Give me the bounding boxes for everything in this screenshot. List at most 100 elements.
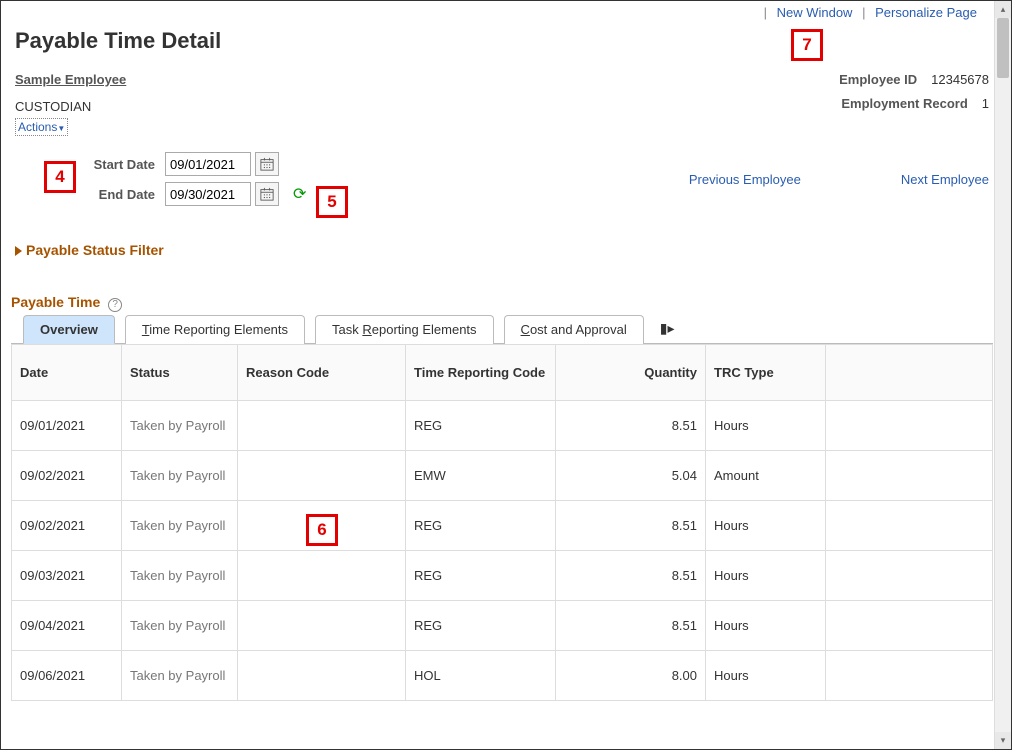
table-row: 09/02/2021Taken by Payroll REG8.51Hours <box>12 500 993 550</box>
refresh-button[interactable]: ⟳ <box>293 184 306 204</box>
col-trc-type[interactable]: TRC Type <box>706 344 826 400</box>
cell-trc: REG <box>406 600 556 650</box>
end-date-input[interactable] <box>165 182 251 206</box>
top-link-bar: | New Window | Personalize Page <box>11 1 993 20</box>
cell-extra <box>826 400 993 450</box>
actions-label: Actions <box>18 120 57 134</box>
expand-arrow-icon <box>15 246 22 256</box>
annotation-5: 5 <box>316 186 348 218</box>
end-date-label: End Date <box>15 187 165 202</box>
start-date-input[interactable] <box>165 152 251 176</box>
cell-trc: REG <box>406 550 556 600</box>
vertical-scrollbar[interactable]: ▴ ▾ <box>994 1 1011 749</box>
cell-extra <box>826 550 993 600</box>
cell-status: Taken by Payroll <box>122 450 238 500</box>
payable-time-grid: Date Status Reason Code Time Reporting C… <box>11 344 993 701</box>
cell-date: 09/06/2021 <box>12 650 122 700</box>
table-row: 09/03/2021Taken by Payroll REG8.51Hours <box>12 550 993 600</box>
cell-status: Taken by Payroll <box>122 600 238 650</box>
cell-reason <box>238 400 406 450</box>
cell-trc-type: Amount <box>706 450 826 500</box>
cell-trc-type: Hours <box>706 500 826 550</box>
cell-date: 09/02/2021 <box>12 450 122 500</box>
calendar-icon <box>260 187 274 201</box>
cell-quantity: 8.51 <box>556 600 706 650</box>
cell-extra <box>826 650 993 700</box>
cell-extra <box>826 450 993 500</box>
cell-trc-type: Hours <box>706 650 826 700</box>
new-window-link[interactable]: New Window <box>771 5 859 20</box>
cell-trc-type: Hours <box>706 600 826 650</box>
employee-id-value: 12345678 <box>931 72 989 87</box>
cell-trc: EMW <box>406 450 556 500</box>
personalize-page-link[interactable]: Personalize Page <box>869 5 983 20</box>
cell-trc-type: Hours <box>706 400 826 450</box>
cell-quantity: 8.51 <box>556 500 706 550</box>
payable-status-filter-label: Payable Status Filter <box>26 242 164 258</box>
col-reason-code[interactable]: Reason Code <box>238 344 406 400</box>
cell-date: 09/02/2021 <box>12 500 122 550</box>
tab-overview[interactable]: Overview <box>23 315 115 344</box>
cell-quantity: 8.51 <box>556 550 706 600</box>
page-root: ▴ ▾ | New Window | Personalize Page Paya… <box>0 0 1012 750</box>
cell-date: 09/03/2021 <box>12 550 122 600</box>
cell-trc-type: Hours <box>706 550 826 600</box>
cell-status: Taken by Payroll <box>122 500 238 550</box>
annotation-7: 7 <box>791 29 823 61</box>
employment-record-label: Employment Record <box>841 96 967 111</box>
actions-dropdown[interactable]: Actions▼ <box>15 118 68 136</box>
cell-quantity: 8.00 <box>556 650 706 700</box>
start-date-label: Start Date <box>15 157 165 172</box>
refresh-icon: ⟳ <box>293 186 306 203</box>
cell-status: Taken by Payroll <box>122 400 238 450</box>
employee-name: Sample Employee <box>15 72 126 87</box>
cell-trc: REG <box>406 500 556 550</box>
calendar-icon <box>260 157 274 171</box>
col-status[interactable]: Status <box>122 344 238 400</box>
grid-title: Payable Time <box>11 294 100 310</box>
scrollbar-down-icon[interactable]: ▾ <box>995 732 1011 749</box>
table-row: 09/06/2021Taken by Payroll HOL8.00Hours <box>12 650 993 700</box>
table-row: 09/04/2021Taken by Payroll REG8.51Hours <box>12 600 993 650</box>
tab-time-reporting-elements[interactable]: Time Reporting Elements <box>125 315 305 344</box>
cell-reason <box>238 550 406 600</box>
cell-date: 09/04/2021 <box>12 600 122 650</box>
cell-reason <box>238 450 406 500</box>
cell-reason <box>238 600 406 650</box>
cell-trc: HOL <box>406 650 556 700</box>
cell-reason <box>238 650 406 700</box>
cell-extra <box>826 500 993 550</box>
col-quantity[interactable]: Quantity <box>556 344 706 400</box>
page-title: Payable Time Detail <box>15 28 993 54</box>
tab-cost-and-approval[interactable]: Cost and Approval <box>504 315 644 344</box>
cell-extra <box>826 600 993 650</box>
employment-record-value: 1 <box>982 96 989 111</box>
cell-status: Taken by Payroll <box>122 550 238 600</box>
annotation-6: 6 <box>306 514 338 546</box>
job-title: CUSTODIAN <box>15 99 91 114</box>
col-date[interactable]: Date <box>12 344 122 400</box>
tab-task-reporting-elements[interactable]: Task Reporting Elements <box>315 315 494 344</box>
scrollbar-up-icon[interactable]: ▴ <box>995 1 1011 18</box>
annotation-4: 4 <box>44 161 76 193</box>
table-row: 09/02/2021Taken by Payroll EMW5.04Amount <box>12 450 993 500</box>
col-extra <box>826 344 993 400</box>
end-date-calendar-button[interactable] <box>255 182 279 206</box>
table-row: 09/01/2021Taken by Payroll REG8.51Hours <box>12 400 993 450</box>
help-icon[interactable]: ? <box>108 298 122 312</box>
previous-employee-link[interactable]: Previous Employee <box>689 172 801 187</box>
start-date-calendar-button[interactable] <box>255 152 279 176</box>
grid-tabs: Overview Time Reporting Elements Task Re… <box>11 314 993 344</box>
scrollbar-thumb[interactable] <box>997 18 1009 78</box>
payable-status-filter-toggle[interactable]: Payable Status Filter <box>15 242 993 258</box>
next-employee-link[interactable]: Next Employee <box>901 172 989 187</box>
cell-date: 09/01/2021 <box>12 400 122 450</box>
col-trc[interactable]: Time Reporting Code <box>406 344 556 400</box>
cell-status: Taken by Payroll <box>122 650 238 700</box>
cell-quantity: 8.51 <box>556 400 706 450</box>
cell-quantity: 5.04 <box>556 450 706 500</box>
cell-trc: REG <box>406 400 556 450</box>
employee-id-label: Employee ID <box>839 72 917 87</box>
show-all-icon: ▮▸ <box>660 320 675 337</box>
show-all-columns-button[interactable]: ▮▸ <box>654 314 681 343</box>
